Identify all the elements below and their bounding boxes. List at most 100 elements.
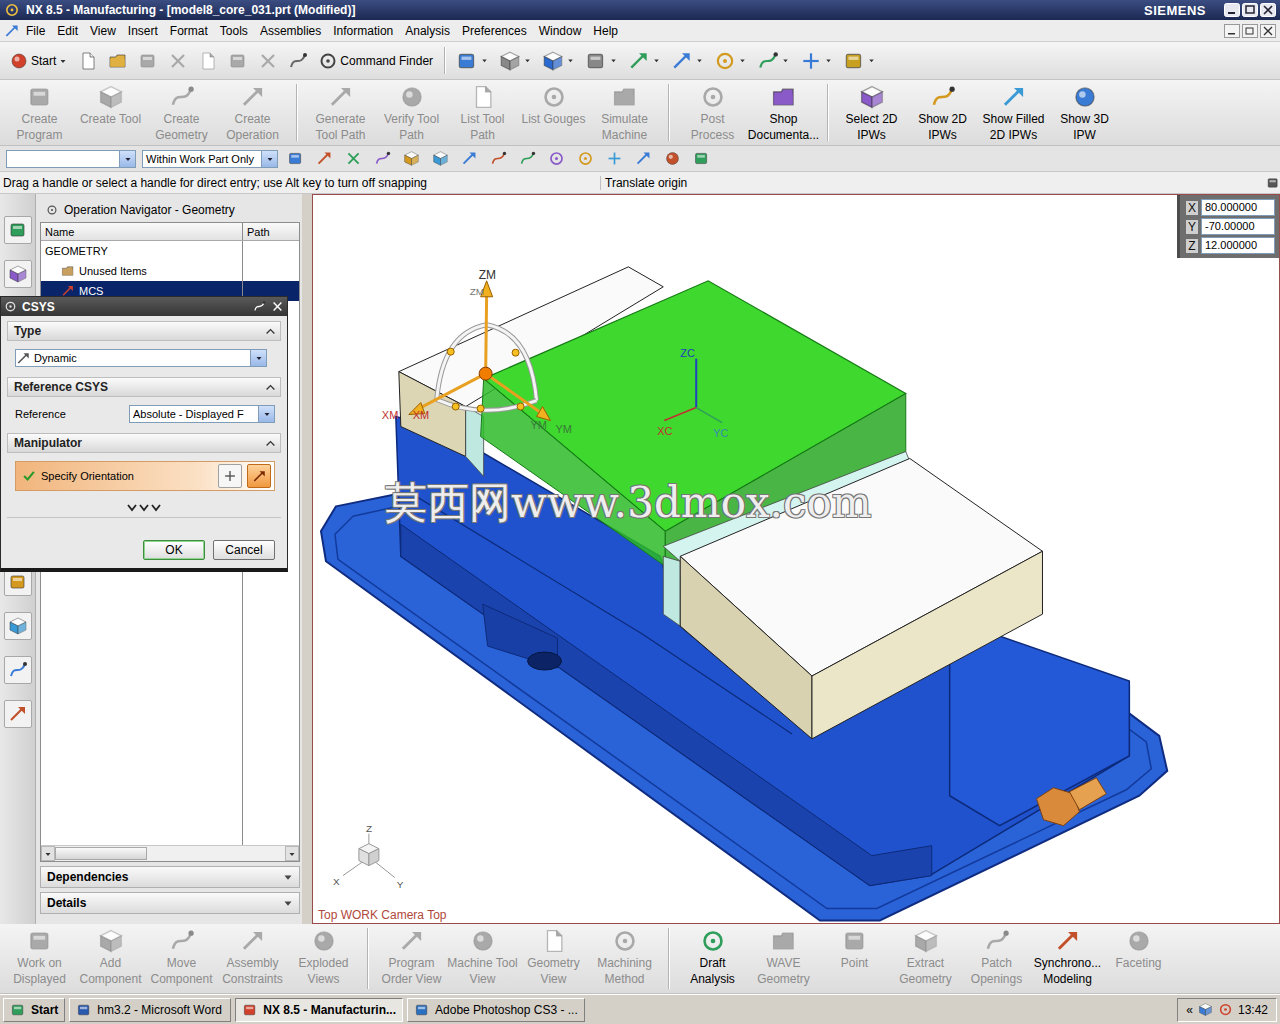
solid-button[interactable] (400, 147, 423, 170)
analysis-button[interactable] (711, 47, 750, 75)
point-button[interactable] (661, 147, 684, 170)
filter-button[interactable] (284, 147, 307, 170)
rotate-handle[interactable] (447, 348, 454, 355)
expand-icon[interactable] (1266, 176, 1280, 190)
taskbar-button[interactable]: hm3.2 - Microsoft Word (69, 998, 231, 1022)
taskbar-button[interactable]: Adobe Photoshop CS3 - ... (407, 998, 585, 1022)
post-process-button[interactable]: PostProcess (677, 80, 748, 145)
measure-button[interactable] (840, 47, 879, 75)
csys-dialog-button[interactable] (247, 464, 271, 488)
deselect-button[interactable] (342, 147, 365, 170)
dynamic-manipulator[interactable]: ZMZMXMXMYMYM (382, 268, 572, 435)
center-button[interactable] (545, 147, 568, 170)
simulate-machine-button[interactable]: SimulateMachine (589, 80, 660, 145)
exploded-views-button[interactable]: ExplodedViews (288, 924, 359, 993)
create-geometry-button[interactable]: CreateGeometry (146, 80, 217, 145)
shop-documenta-button[interactable]: ShopDocumenta... (748, 80, 819, 145)
select-2d-ipws-button[interactable]: Select 2DIPWs (836, 80, 907, 145)
list-tool-path-button[interactable]: List ToolPath (447, 80, 518, 145)
program-order-view-button[interactable]: ProgramOrder View (376, 924, 447, 993)
navigator-panel[interactable]: Dependencies (40, 866, 300, 888)
arc-button[interactable] (516, 147, 539, 170)
start-menu-button[interactable]: Start (6, 48, 71, 74)
draft-analysis-button[interactable]: DraftAnalysis (677, 924, 748, 993)
menu-item[interactable]: Information (327, 22, 399, 40)
show-filled-2d-ipws-button[interactable]: Show Filled2D IPWs (978, 80, 1049, 145)
resource-tab[interactable] (4, 568, 32, 596)
reset-icon[interactable] (253, 300, 266, 313)
menu-item[interactable]: File (20, 22, 51, 40)
type-filter-dropdown[interactable] (6, 150, 136, 168)
splitter[interactable] (302, 194, 312, 924)
add-component-button[interactable]: AddComponent (75, 924, 146, 993)
generate-tool-path-button[interactable]: GenerateTool Path (305, 80, 376, 145)
grid-button[interactable] (690, 147, 713, 170)
tree-row[interactable]: GEOMETRY (41, 241, 299, 261)
edges-button[interactable] (371, 147, 394, 170)
menu-item[interactable]: Assemblies (254, 22, 327, 40)
shaded-button[interactable] (539, 47, 578, 75)
graphics-window[interactable]: ZCXCYCZMZMXMXMYMYMZXY莫西网www.3dmox.comTop… (312, 194, 1280, 924)
create-operation-button[interactable]: CreateOperation (217, 80, 288, 145)
section-header[interactable]: Reference CSYS (7, 377, 281, 397)
scope-dropdown[interactable]: Within Work Part Only (142, 150, 278, 168)
section-header[interactable]: Manipulator (7, 433, 281, 453)
section-header[interactable]: Type (7, 321, 281, 341)
origin-handle[interactable] (479, 367, 492, 380)
rotate-handle[interactable] (477, 405, 484, 412)
specify-orientation-row[interactable]: Specify Orientation (15, 461, 275, 491)
machining-method-button[interactable]: MachiningMethod (589, 924, 660, 993)
menu-item[interactable]: Format (164, 22, 214, 40)
cut-button[interactable] (165, 48, 191, 74)
move-component-button[interactable]: MoveComponent (146, 924, 217, 993)
select-all-button[interactable] (313, 147, 336, 170)
save-button[interactable] (135, 48, 161, 74)
doc-restore-icon[interactable] (1242, 24, 1258, 38)
circle-button[interactable] (574, 147, 597, 170)
snap-button[interactable] (632, 147, 655, 170)
column-header[interactable]: Path (243, 223, 299, 240)
more-icon[interactable] (124, 503, 164, 513)
background-button[interactable] (582, 47, 621, 75)
paste-button[interactable] (225, 48, 251, 74)
resource-tab[interactable] (4, 656, 32, 684)
tray-toggle[interactable]: « (1186, 1003, 1193, 1017)
work-on-displayed-button[interactable]: Work onDisplayed (4, 924, 75, 993)
wave-geometry-button[interactable]: WAVEGeometry (748, 924, 819, 993)
doc-minimize-icon[interactable] (1224, 24, 1240, 38)
create-tool-button[interactable]: Create Tool (75, 80, 146, 145)
app-menu-icon[interactable] (4, 23, 20, 39)
menu-item[interactable]: Preferences (456, 22, 533, 40)
list-gouges-button[interactable]: List Gouges (518, 80, 589, 145)
snap-button[interactable] (754, 47, 793, 75)
fit-button[interactable] (453, 47, 492, 75)
menu-item[interactable]: Window (533, 22, 588, 40)
navigator-panel[interactable]: Details (40, 892, 300, 914)
resource-tab[interactable] (4, 260, 32, 288)
verify-tool-path-button[interactable]: Verify ToolPath (376, 80, 447, 145)
close-icon[interactable] (271, 300, 284, 313)
dialog-title-bar[interactable]: CSYS (1, 297, 287, 316)
plus-button[interactable] (603, 147, 626, 170)
menu-item[interactable]: Insert (122, 22, 164, 40)
assembly-constraints-button[interactable]: AssemblyConstraints (217, 924, 288, 993)
tree-row[interactable]: Unused Items (41, 261, 299, 281)
wcs-button[interactable] (625, 47, 664, 75)
geometry-view-button[interactable]: GeometryView (518, 924, 589, 993)
reference-dropdown[interactable]: Absolute - Displayed F (129, 405, 275, 423)
coordinate-field[interactable]: 12.000000 (1201, 237, 1275, 254)
synchrono-modeling-button[interactable]: Synchrono...Modeling (1032, 924, 1103, 993)
rotate-handle[interactable] (517, 403, 524, 410)
machine-tool-view-button[interactable]: Machine ToolView (447, 924, 518, 993)
show-2d-ipws-button[interactable]: Show 2DIPWs (907, 80, 978, 145)
start-button[interactable]: Start (3, 998, 65, 1022)
show-3d-ipw-button[interactable]: Show 3DIPW (1049, 80, 1120, 145)
resource-tab[interactable] (4, 612, 32, 640)
point-dialog-button[interactable] (218, 464, 242, 488)
patch-openings-button[interactable]: PatchOpenings (961, 924, 1032, 993)
command-finder-button[interactable]: Command Finder (315, 48, 436, 74)
work-csys[interactable]: ZCXCYC (657, 347, 728, 439)
close-icon[interactable] (1260, 3, 1276, 17)
render-style-button[interactable] (496, 47, 535, 75)
coordinate-field[interactable]: -70.00000 (1201, 218, 1275, 235)
